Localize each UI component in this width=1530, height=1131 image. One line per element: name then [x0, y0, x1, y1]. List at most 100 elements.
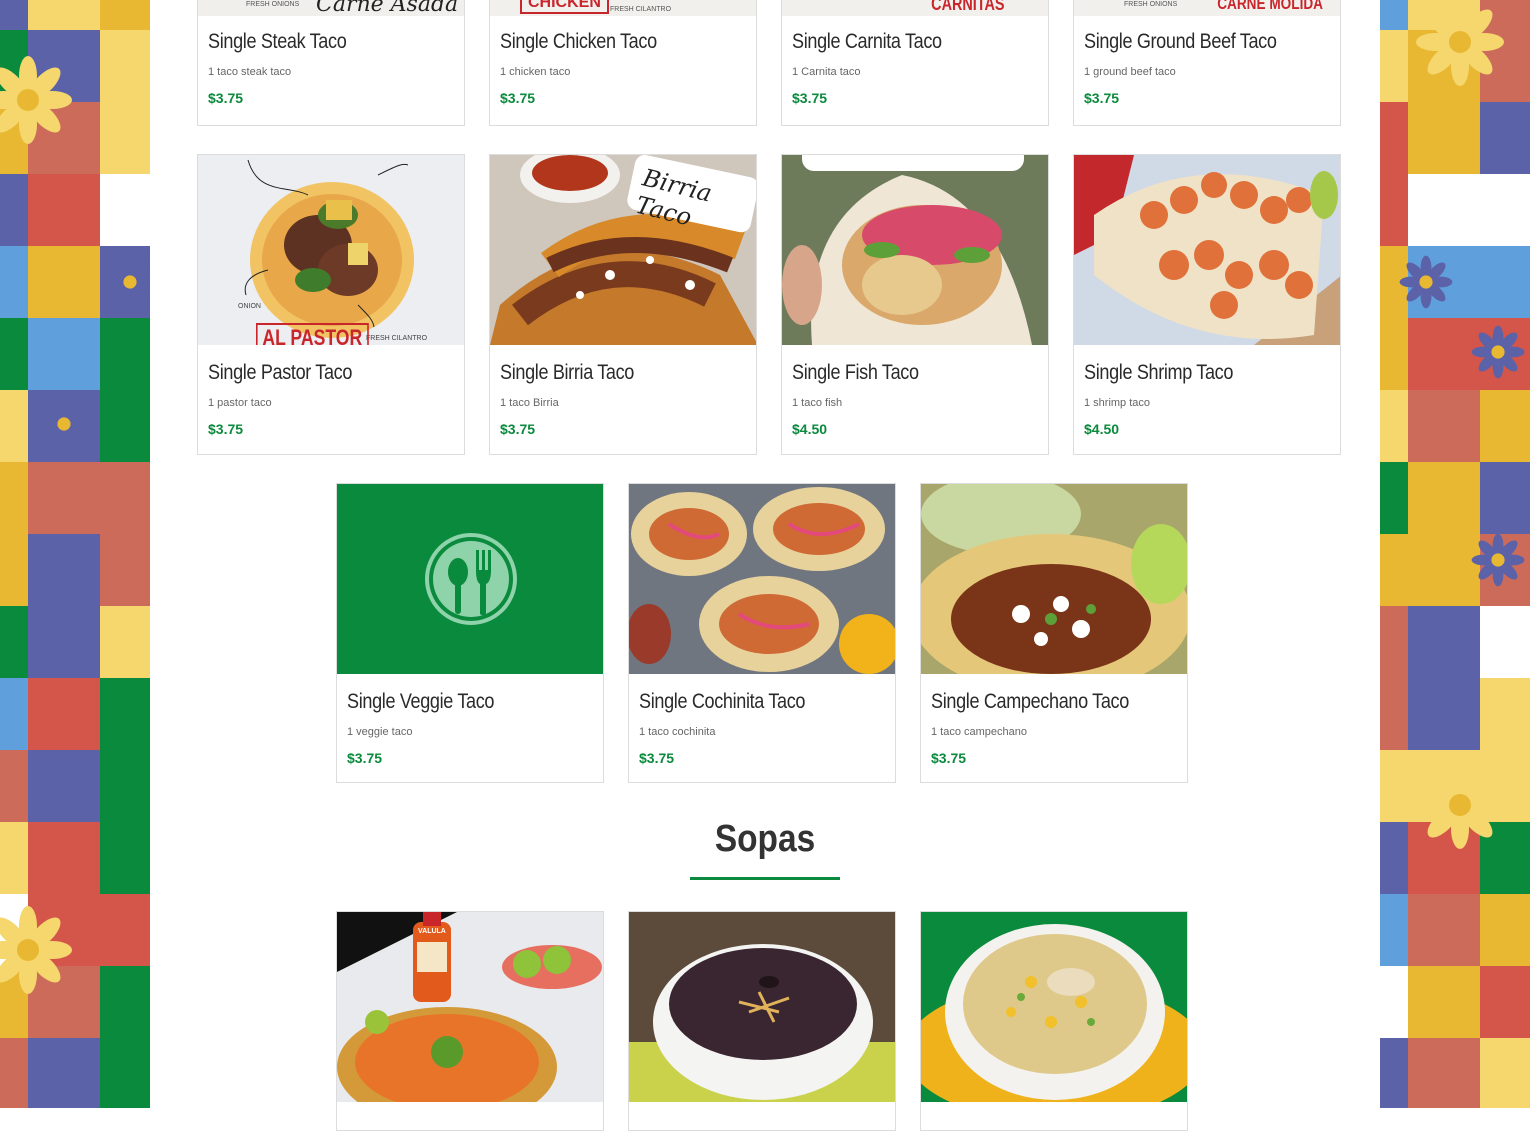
soup-2-illustration [629, 912, 895, 1102]
mosaic-tile [100, 606, 150, 678]
mosaic-tile [100, 0, 150, 30]
mosaic-tile [28, 678, 100, 750]
flower-decoration-icon [1416, 761, 1504, 849]
photo-caption: CARNITAS [931, 0, 1005, 14]
item-price: $3.75 [500, 421, 536, 437]
mosaic-tile [28, 318, 100, 390]
item-name: Single Birria Taco [500, 361, 635, 384]
mosaic-tile [1480, 462, 1530, 534]
mosaic-tile [28, 534, 100, 606]
menu-card-shrimp-taco[interactable]: Single Shrimp Taco 1 shrimp taco $4.50 [1073, 154, 1341, 455]
menu-card-fish-taco[interactable]: Single Fish Taco 1 taco fish $4.50 [781, 154, 1049, 455]
mosaic-tile [100, 30, 150, 102]
mosaic-tile [1408, 894, 1480, 966]
menu-card-soup-2[interactable] [628, 911, 896, 1131]
soup-3-illustration [921, 912, 1187, 1102]
mosaic-tile [1380, 822, 1408, 894]
pastor-taco-illustration [244, 159, 414, 338]
item-description: 1 Carnita taco [792, 66, 861, 78]
chicken-taco-photo: CHICKEN FRESH CILANTRO [490, 0, 756, 16]
item-price: $3.75 [500, 90, 536, 106]
menu-card-cochinita-taco[interactable]: Single Cochinita Taco 1 taco cochinita $… [628, 483, 896, 783]
mosaic-tile [28, 462, 100, 534]
mosaic-tile [0, 462, 28, 534]
item-description: 1 taco Birria [500, 397, 559, 409]
carnita-taco-photo: CARNITAS [782, 0, 1048, 16]
menu-card-campechano-taco[interactable]: Single Campechano Taco 1 taco campechano… [920, 483, 1188, 783]
item-price: $3.75 [1084, 90, 1120, 106]
mosaic-tile [0, 534, 28, 606]
item-name: Single Veggie Taco [347, 690, 495, 713]
section-underline [690, 877, 840, 880]
mosaic-tile [0, 318, 28, 390]
flower-decoration-icon [1471, 533, 1525, 587]
mosaic-tile [100, 966, 150, 1038]
item-description: 1 ground beef taco [1084, 66, 1176, 78]
menu-content: FRESH ONIONS Carne Asada Single Steak Ta… [150, 0, 1380, 1131]
mosaic-tile [1380, 894, 1408, 966]
item-name: Single Chicken Taco [500, 30, 657, 53]
menu-card-soup-3[interactable] [920, 911, 1188, 1131]
mosaic-tile [1408, 102, 1480, 174]
menu-card-birria-taco[interactable]: Birria Taco Single Birria Taco 1 taco Bi… [489, 154, 757, 455]
soup-2-photo [629, 912, 895, 1102]
mosaic-tile [0, 0, 28, 30]
item-name: Single Cochinita Taco [639, 690, 806, 713]
mosaic-tile [1480, 102, 1530, 174]
mosaic-tile [1480, 678, 1530, 750]
item-name: Single Carnita Taco [792, 30, 942, 53]
mosaic-tile [1408, 318, 1480, 390]
mosaic-tile [28, 750, 100, 822]
mosaic-tile [1380, 30, 1408, 102]
menu-card-carnita-taco[interactable]: CARNITAS Single Carnita Taco 1 Carnita t… [781, 0, 1049, 126]
utensils-icon [425, 533, 517, 625]
mosaic-tile [1408, 678, 1480, 750]
item-description: 1 taco steak taco [208, 66, 292, 78]
menu-card-chicken-taco[interactable]: CHICKEN FRESH CILANTRO Single Chicken Ta… [489, 0, 757, 126]
menu-card-ground-beef-taco[interactable]: FRESH ONIONS CARNE MOLIDA Single Ground … [1073, 0, 1341, 126]
item-price: $3.75 [208, 90, 244, 106]
item-price: $3.75 [931, 750, 967, 766]
mosaic-tile [1408, 534, 1480, 606]
mosaic-tile [0, 606, 28, 678]
soup-1-illustration [337, 912, 602, 1102]
menu-card-steak-taco[interactable]: FRESH ONIONS Carne Asada Single Steak Ta… [197, 0, 465, 126]
mosaic-tile [100, 750, 150, 822]
mosaic-tile [100, 894, 150, 966]
mosaic-tile [28, 174, 100, 246]
menu-card-pastor-taco[interactable]: ONION FRESH CILANTRO AL PASTOR Single Pa… [197, 154, 465, 455]
mosaic-tile [100, 102, 150, 174]
steak-taco-photo: FRESH ONIONS Carne Asada [198, 0, 464, 16]
mosaic-tile [0, 750, 28, 822]
mosaic-tile [100, 822, 150, 894]
mosaic-tile [28, 0, 100, 30]
fish-taco-illustration [782, 155, 1048, 345]
item-description: 1 taco fish [792, 397, 843, 409]
mosaic-tile [1480, 966, 1530, 1038]
fish-taco-photo [782, 155, 1048, 345]
item-name: Single Steak Taco [208, 30, 347, 53]
mosaic-tile [0, 1038, 28, 1108]
item-price: $4.50 [1084, 421, 1120, 437]
photo-caption: AL PASTOR [256, 323, 369, 345]
item-description: 1 pastor taco [208, 397, 272, 409]
flower-decoration-icon [1416, 0, 1504, 86]
item-description: 1 shrimp taco [1084, 397, 1151, 409]
photo-caption: CARNE MOLIDA [1217, 0, 1323, 13]
mosaic-tile [0, 678, 28, 750]
item-price: $3.75 [347, 750, 383, 766]
flower-decoration-icon [1399, 255, 1453, 309]
mosaic-tile [1480, 606, 1530, 678]
mosaic-tile [1380, 318, 1408, 390]
mosaic-tile [1408, 1038, 1480, 1108]
pastor-taco-photo: ONION FRESH CILANTRO AL PASTOR [198, 155, 464, 345]
flower-decoration-icon [0, 56, 72, 144]
menu-card-veggie-taco[interactable]: Single Veggie Taco 1 veggie taco $3.75 [336, 483, 604, 783]
item-price: $3.75 [208, 421, 244, 437]
item-price: $3.75 [639, 750, 675, 766]
hot-sauce-label: VALULA [418, 928, 446, 935]
item-name: Single Pastor Taco [208, 361, 353, 384]
menu-card-soup-1[interactable]: VALULA [336, 911, 604, 1131]
photo-label: ONION [238, 303, 261, 310]
section-title-sopas: Sopas [714, 818, 816, 860]
